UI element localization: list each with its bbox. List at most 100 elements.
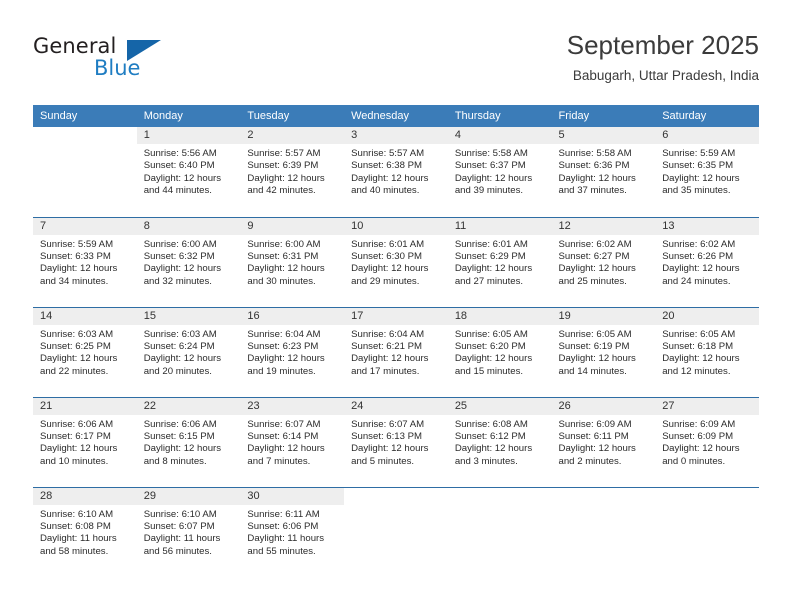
daylight-duration-line2: and 37 minutes. bbox=[558, 185, 627, 197]
calendar-day-cell[interactable]: 15 Sunrise: 6:03 AM Sunset: 6:24 PM Dayligh… bbox=[136, 306, 241, 397]
daylight-duration-line1: Daylight: 12 hours bbox=[662, 353, 740, 365]
sunrise-time: Sunrise: 6:06 AM bbox=[40, 418, 114, 430]
day-number: 28 bbox=[33, 487, 137, 505]
calendar-day-cell[interactable]: 16 Sunrise: 6:04 AM Sunset: 6:23 PM Dayligh… bbox=[240, 306, 345, 397]
sunset-time: Sunset: 6:39 PM bbox=[247, 160, 319, 172]
day-number: 20 bbox=[655, 307, 759, 325]
daylight-duration-line1: Daylight: 12 hours bbox=[247, 263, 325, 275]
day-number: 2 bbox=[240, 127, 345, 144]
day-details: Sunrise: 6:07 AM Sunset: 6:13 PM Daylight:… bbox=[344, 415, 448, 469]
day-number: 13 bbox=[655, 217, 759, 235]
day-details: Sunrise: 6:00 AM Sunset: 6:32 PM Daylight:… bbox=[137, 235, 241, 289]
calendar-day-cell[interactable]: 25 Sunrise: 6:08 AM Sunset: 6:12 PM Dayligh… bbox=[447, 396, 552, 487]
calendar-day-cell[interactable]: 29 Sunrise: 6:10 AM Sunset: 6:07 PM Dayligh… bbox=[136, 486, 241, 577]
calendar-day-cell[interactable]: 8 Sunrise: 6:00 AM Sunset: 6:32 PM Daylight… bbox=[136, 216, 241, 307]
daylight-duration-line2: and 0 minutes. bbox=[662, 455, 726, 467]
day-number: 26 bbox=[551, 397, 656, 415]
calendar-day-cell-empty bbox=[447, 486, 552, 577]
day-number bbox=[655, 488, 759, 505]
calendar-day-cell[interactable]: 7 Sunrise: 5:59 AM Sunset: 6:33 PM Daylight… bbox=[33, 216, 137, 307]
sunset-time: Sunset: 6:11 PM bbox=[558, 430, 629, 442]
sunset-time: Sunset: 6:40 PM bbox=[143, 160, 215, 172]
day-details: Sunrise: 6:06 AM Sunset: 6:17 PM Daylight:… bbox=[33, 415, 137, 469]
daylight-duration-line2: and 3 minutes. bbox=[454, 455, 518, 467]
calendar-day-cell[interactable]: 22 Sunrise: 6:06 AM Sunset: 6:15 PM Dayligh… bbox=[136, 396, 241, 487]
sunrise-time: Sunrise: 6:04 AM bbox=[351, 328, 425, 340]
calendar-day-cell[interactable]: 3 Sunrise: 5:57 AM Sunset: 6:38 PM Daylight… bbox=[344, 127, 448, 217]
daylight-duration-line2: and 15 minutes. bbox=[454, 365, 524, 377]
sunrise-time: Sunrise: 6:02 AM bbox=[662, 238, 736, 250]
calendar-page: General Blue September 2025 Babugarh, Ut… bbox=[0, 0, 792, 612]
daylight-duration-line1: Daylight: 11 hours bbox=[247, 533, 325, 545]
calendar-day-cell[interactable]: 23 Sunrise: 6:07 AM Sunset: 6:14 PM Dayligh… bbox=[240, 396, 345, 487]
day-details: Sunrise: 6:00 AM Sunset: 6:31 PM Daylight:… bbox=[240, 235, 344, 289]
calendar-day-cell[interactable]: 20 Sunrise: 6:05 AM Sunset: 6:18 PM Dayligh… bbox=[655, 306, 759, 397]
daylight-duration-line1: Daylight: 12 hours bbox=[558, 263, 636, 275]
day-number: 24 bbox=[344, 397, 448, 415]
weekday-header-sunday: Sunday bbox=[33, 105, 137, 127]
calendar-day-cell[interactable]: 24 Sunrise: 6:07 AM Sunset: 6:13 PM Dayligh… bbox=[344, 396, 448, 487]
calendar-day-cell[interactable]: 6 Sunrise: 5:59 AM Sunset: 6:35 PM Daylight… bbox=[655, 127, 759, 217]
calendar-header-row: Sunday Monday Tuesday Wednesday Thursday… bbox=[33, 105, 759, 127]
sunset-time: Sunset: 6:18 PM bbox=[662, 340, 734, 352]
calendar-day-cell[interactable]: 19 Sunrise: 6:05 AM Sunset: 6:19 PM Dayligh… bbox=[551, 306, 656, 397]
day-number: 12 bbox=[551, 217, 656, 235]
day-details: Sunrise: 6:05 AM Sunset: 6:18 PM Daylight:… bbox=[655, 325, 759, 379]
daylight-duration-line1: Daylight: 12 hours bbox=[662, 443, 740, 455]
calendar-day-cell[interactable]: 30 Sunrise: 6:11 AM Sunset: 6:06 PM Dayligh… bbox=[240, 486, 345, 577]
brand-name-blue: Blue bbox=[94, 56, 141, 80]
day-details bbox=[655, 505, 759, 509]
calendar-grid: Sunday Monday Tuesday Wednesday Thursday… bbox=[33, 105, 759, 577]
calendar-day-cell[interactable]: 28 Sunrise: 6:10 AM Sunset: 6:08 PM Dayligh… bbox=[33, 486, 137, 577]
calendar-day-cell[interactable]: 10 Sunrise: 6:01 AM Sunset: 6:30 PM Dayligh… bbox=[344, 216, 448, 307]
daylight-duration-line1: Daylight: 12 hours bbox=[143, 443, 222, 455]
day-details: Sunrise: 5:58 AM Sunset: 6:37 PM Daylight:… bbox=[448, 144, 552, 198]
daylight-duration-line2: and 40 minutes. bbox=[351, 185, 420, 197]
calendar-day-cell[interactable]: 1 Sunrise: 5:56 AM Sunset: 6:40 PM Daylight… bbox=[136, 127, 241, 217]
daylight-duration-line2: and 58 minutes. bbox=[40, 545, 109, 557]
calendar-day-cell[interactable]: 13 Sunrise: 6:02 AM Sunset: 6:26 PM Dayligh… bbox=[655, 216, 759, 307]
calendar-day-cell[interactable]: 27 Sunrise: 6:09 AM Sunset: 6:09 PM Dayligh… bbox=[655, 396, 759, 487]
calendar-day-cell[interactable]: 21 Sunrise: 6:06 AM Sunset: 6:17 PM Dayligh… bbox=[33, 396, 137, 487]
sunrise-time: Sunrise: 5:58 AM bbox=[558, 148, 632, 159]
day-number: 19 bbox=[551, 307, 656, 325]
calendar-day-cell[interactable]: 17 Sunrise: 6:04 AM Sunset: 6:21 PM Dayligh… bbox=[344, 306, 448, 397]
day-number: 10 bbox=[344, 217, 448, 235]
sunrise-time: Sunrise: 6:05 AM bbox=[558, 328, 632, 340]
day-details: Sunrise: 6:04 AM Sunset: 6:21 PM Daylight:… bbox=[344, 325, 448, 379]
calendar-day-cell[interactable]: 12 Sunrise: 6:02 AM Sunset: 6:27 PM Dayligh… bbox=[551, 216, 656, 307]
day-details: Sunrise: 6:10 AM Sunset: 6:07 PM Daylight:… bbox=[137, 505, 241, 559]
calendar-day-cell[interactable]: 26 Sunrise: 6:09 AM Sunset: 6:11 PM Dayligh… bbox=[551, 396, 656, 487]
daylight-duration-line1: Daylight: 12 hours bbox=[454, 353, 533, 365]
calendar-day-cell[interactable]: 18 Sunrise: 6:05 AM Sunset: 6:20 PM Dayligh… bbox=[447, 306, 552, 397]
daylight-duration-line1: Daylight: 11 hours bbox=[143, 533, 221, 545]
daylight-duration-line2: and 7 minutes. bbox=[247, 455, 311, 467]
calendar-day-cell[interactable]: 2 Sunrise: 5:57 AM Sunset: 6:39 PM Daylight… bbox=[240, 127, 345, 217]
daylight-duration-line2: and 19 minutes. bbox=[247, 365, 316, 377]
day-details bbox=[33, 144, 137, 148]
sunrise-time: Sunrise: 5:59 AM bbox=[40, 238, 114, 250]
sunrise-time: Sunrise: 6:01 AM bbox=[454, 238, 528, 250]
daylight-duration-line1: Daylight: 12 hours bbox=[247, 353, 325, 365]
calendar-day-cell-empty bbox=[655, 486, 759, 577]
day-details: Sunrise: 6:03 AM Sunset: 6:24 PM Daylight:… bbox=[137, 325, 241, 379]
brand-logo[interactable]: General Blue bbox=[33, 34, 213, 90]
daylight-duration-line1: Daylight: 12 hours bbox=[143, 263, 222, 275]
calendar-day-cell[interactable]: 4 Sunrise: 5:58 AM Sunset: 6:37 PM Daylight… bbox=[447, 127, 552, 217]
daylight-duration-line1: Daylight: 12 hours bbox=[351, 443, 429, 455]
daylight-duration-line1: Daylight: 12 hours bbox=[454, 172, 533, 184]
daylight-duration-line2: and 5 minutes. bbox=[351, 455, 415, 467]
daylight-duration-line1: Daylight: 12 hours bbox=[351, 263, 429, 275]
sunset-time: Sunset: 6:38 PM bbox=[351, 160, 423, 172]
day-details: Sunrise: 5:58 AM Sunset: 6:36 PM Daylight:… bbox=[552, 144, 656, 198]
sunset-time: Sunset: 6:21 PM bbox=[351, 340, 423, 352]
day-number bbox=[344, 488, 448, 505]
day-number: 11 bbox=[447, 217, 552, 235]
day-number: 21 bbox=[33, 397, 137, 415]
day-number bbox=[33, 127, 137, 144]
calendar-day-cell[interactable]: 5 Sunrise: 5:58 AM Sunset: 6:36 PM Daylight… bbox=[551, 127, 656, 217]
calendar-day-cell[interactable]: 14 Sunrise: 6:03 AM Sunset: 6:25 PM Dayligh… bbox=[33, 306, 137, 397]
calendar-day-cell[interactable]: 9 Sunrise: 6:00 AM Sunset: 6:31 PM Daylight… bbox=[240, 216, 345, 307]
day-details: Sunrise: 6:11 AM Sunset: 6:06 PM Daylight:… bbox=[240, 505, 344, 559]
calendar-day-cell[interactable]: 11 Sunrise: 6:01 AM Sunset: 6:29 PM Dayligh… bbox=[447, 216, 552, 307]
